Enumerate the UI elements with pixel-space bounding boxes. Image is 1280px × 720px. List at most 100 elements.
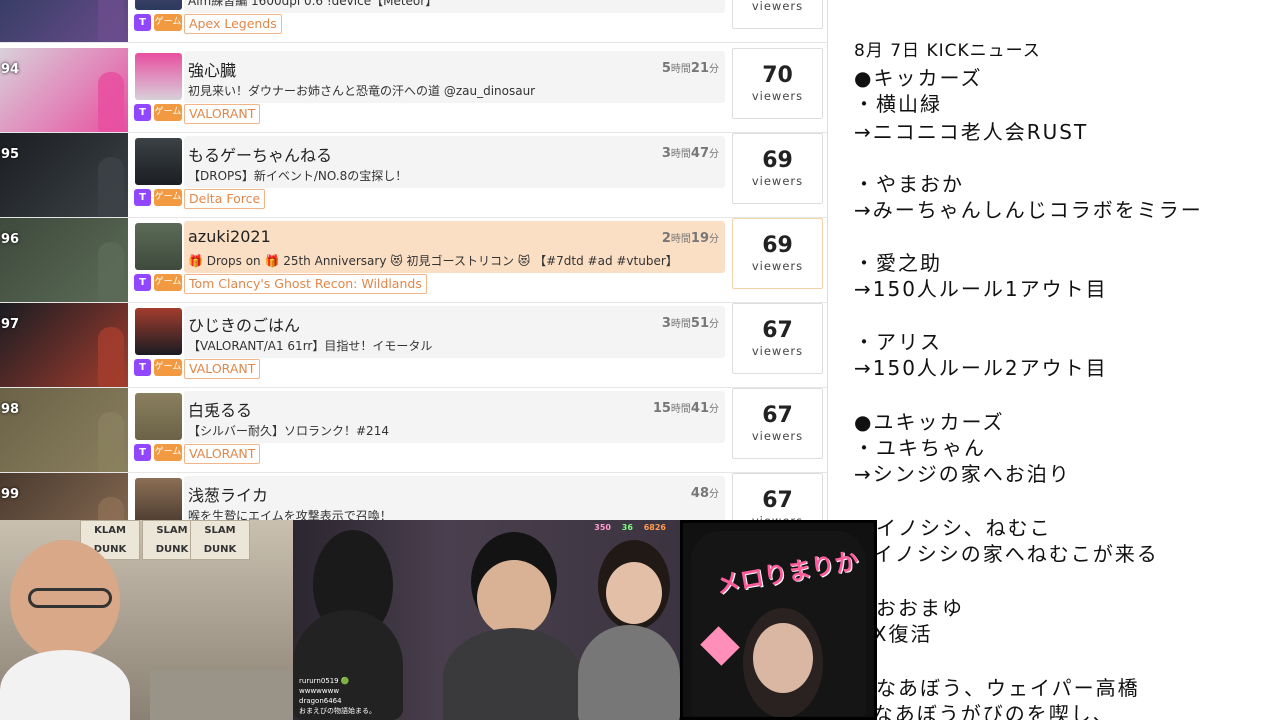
stream-thumbnail[interactable]: 95 [0, 133, 128, 217]
channel-name[interactable]: 強心臓 [188, 57, 236, 81]
category-tag[interactable]: Apex Legends [184, 14, 282, 34]
stream-thumbnail[interactable] [0, 0, 128, 42]
viewer-count-box: 69 viewers [732, 133, 823, 204]
stream-thumbnail[interactable]: 97 [0, 303, 128, 387]
news-line: ●キッカーズ [854, 66, 983, 90]
news-line: →150人ルール1アウト目 [854, 277, 1108, 301]
news-line: ・ユキちゃん [854, 436, 986, 460]
thumbnail-figure [98, 242, 124, 302]
viewer-count: 67 [762, 488, 793, 513]
channel-avatar[interactable] [135, 223, 182, 270]
viewer-count: 67 [762, 318, 793, 343]
person-center-body [443, 628, 583, 720]
news-line: ・横山緑 [854, 92, 942, 116]
stream-duration: 5時間21分 [662, 60, 719, 76]
game-tag-icon: ゲーム [154, 444, 182, 461]
duration-hours: 15 [652, 401, 671, 416]
thumbnail-figure [98, 0, 124, 42]
channel-avatar[interactable] [135, 478, 182, 525]
news-line: ●ユキッカーズ [854, 410, 1005, 434]
thumbnail-figure [98, 72, 124, 132]
stream-row[interactable]: 98 白兎るる 【シルバー耐久】ソロランク！#214 15時間41分 T ゲーム… [0, 388, 828, 473]
stream-title: Aim練習編 1600dpi 0.6 !device【Meteor】 [188, 0, 438, 8]
viewers-label: viewers [751, 344, 804, 358]
news-line: ・アリス [854, 330, 942, 354]
channel-name[interactable]: もるゲーちゃんねる [188, 142, 332, 166]
duration-minutes: 48 [690, 486, 709, 501]
channel-name[interactable]: azuki2021 [188, 227, 271, 246]
rank-number: 99 [1, 487, 20, 502]
chat-line: wwwwwww [299, 687, 340, 695]
minutes-unit: 分 [709, 404, 719, 415]
category-tag[interactable]: Tom Clancy's Ghost Recon: Wildlands [184, 274, 427, 294]
channel-avatar[interactable] [135, 393, 182, 440]
stream-info[interactable]: azuki2021 🎁 Drops on 🎁 25th Anniversary … [184, 221, 725, 273]
stream-info[interactable]: 強心臓 初見来い！ダウナーお姉さんと恐竜の汗への道 @zau_dinosaur … [184, 51, 725, 103]
thumbnail-figure [98, 157, 124, 217]
channel-avatar[interactable] [135, 53, 182, 100]
twitch-icon: T [134, 274, 151, 291]
twitch-icon: T [134, 189, 151, 206]
channel-avatar[interactable] [135, 0, 182, 10]
stream-thumbnail[interactable]: 96 [0, 218, 128, 302]
stream-info[interactable]: 白兎るる 【シルバー耐久】ソロランク！#214 15時間41分 [184, 391, 725, 443]
stream-stats: 350 36 6826 [594, 523, 666, 532]
stream-row[interactable]: Aim練習編 1600dpi 0.6 !device【Meteor】 分 T ゲ… [0, 0, 828, 43]
rank-number: 95 [1, 147, 20, 162]
webcam-left: KLAM DUNK SLAM DUNK SLAM DUNK [0, 520, 293, 720]
viewers-label: viewers [751, 0, 804, 13]
stream-duration: 48分 [691, 485, 719, 501]
news-line: →150人ルール2アウト目 [854, 356, 1108, 380]
webcam-center: 350 36 6826 rururn0519 🟢 wwwwwww dragon6… [293, 520, 680, 720]
duration-hours: 3 [661, 316, 671, 331]
duration-minutes: 21 [690, 61, 709, 76]
minutes-unit: 分 [709, 149, 719, 160]
stream-row[interactable]: 97 ひじきのごはん 【VALORANT/A1 61rr】目指せ！イモータル 3… [0, 303, 828, 388]
duration-minutes: 47 [690, 146, 709, 161]
stream-row[interactable]: 96 azuki2021 🎁 Drops on 🎁 25th Anniversa… [0, 218, 828, 303]
stat-c: 6826 [643, 523, 666, 532]
viewer-count: 69 [762, 233, 793, 258]
person-right-face [606, 562, 662, 624]
poster: SLAM DUNK [190, 520, 250, 560]
news-line: →なあぼうがびのを喫し、 [854, 702, 1115, 720]
stream-thumbnail[interactable]: 98 [0, 388, 128, 472]
thumbnail-figure [98, 327, 124, 387]
category-tag[interactable]: VALORANT [184, 359, 261, 379]
game-tag-icon: ゲーム [154, 14, 182, 31]
stream-info[interactable]: もるゲーちゃんねる 【DROPS】新イベント/NO.8の宝探し！ 3時間47分 [184, 136, 725, 188]
stream-row[interactable]: 94 強心臓 初見来い！ダウナーお姉さんと恐竜の汗への道 @zau_dinosa… [0, 48, 828, 133]
minutes-unit: 分 [709, 319, 719, 330]
category-tag[interactable]: VALORANT [184, 444, 261, 464]
category-tag[interactable]: Delta Force [184, 189, 266, 209]
viewer-count-box: 67 viewers [732, 388, 823, 459]
channel-name[interactable]: ひじきのごはん [188, 312, 300, 336]
stream-info[interactable]: Aim練習編 1600dpi 0.6 !device【Meteor】 分 [184, 0, 725, 13]
news-line: ・愛之助 [854, 251, 942, 275]
viewer-count-box: 69 viewers [732, 218, 823, 289]
channel-name[interactable]: 浅葱ライカ [188, 482, 268, 506]
twitch-icon: T [134, 444, 151, 461]
news-line: →ニコニコ老人会RUST [854, 120, 1089, 144]
person-right-body [578, 625, 680, 720]
channel-name[interactable]: 白兎るる [188, 397, 252, 421]
chat-line: おまえびの物語始まる。 [299, 707, 376, 715]
stat-b: 36 [621, 523, 633, 532]
viewer-count-box: 67 viewers [732, 303, 823, 374]
duration-hours: 2 [661, 231, 671, 246]
stream-duration: 3時間51分 [662, 315, 719, 331]
viewers-label: viewers [751, 89, 804, 103]
hours-unit: 時間 [670, 149, 691, 160]
stream-thumbnail[interactable]: 94 [0, 48, 128, 132]
channel-avatar[interactable] [135, 138, 182, 185]
stream-row[interactable]: 95 もるゲーちゃんねる 【DROPS】新イベント/NO.8の宝探し！ 3時間4… [0, 133, 828, 218]
channel-avatar[interactable] [135, 308, 182, 355]
stream-title: 🎁 Drops on 🎁 25th Anniversary 😻 初見ゴーストリコ… [188, 254, 678, 268]
category-tag[interactable]: VALORANT [184, 104, 261, 124]
glasses [28, 588, 112, 608]
chat-line: dragon6464 [299, 697, 342, 705]
viewer-count: 67 [762, 403, 793, 428]
news-line: ・やまおか [854, 172, 964, 196]
stream-info[interactable]: ひじきのごはん 【VALORANT/A1 61rr】目指せ！イモータル 3時間5… [184, 306, 725, 358]
game-tag-icon: ゲーム [154, 274, 182, 291]
